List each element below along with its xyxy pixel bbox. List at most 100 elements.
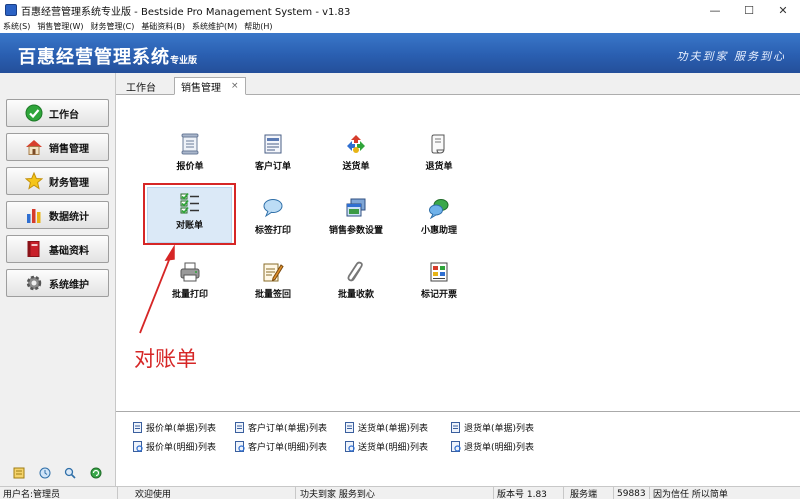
tab-label: 销售管理: [181, 82, 221, 94]
tile-label: 批量打印: [171, 290, 208, 300]
list-doc-icon: [132, 422, 143, 433]
house-icon: [25, 138, 43, 156]
status-user: 用户名:管理员: [0, 487, 118, 499]
tile-customer-order[interactable]: 客户订单: [228, 129, 318, 185]
tile-batch-signback[interactable]: 批量签回: [228, 257, 318, 313]
link-label: 退货单(单据)列表: [464, 424, 535, 434]
link-return-docs[interactable]: 退货单(单据)列表: [450, 421, 534, 434]
tile-return-note[interactable]: 退货单: [394, 129, 484, 185]
sidebar-item-workbench[interactable]: 工作台: [6, 99, 109, 127]
link-order-docs[interactable]: 客户订单(单据)列表: [234, 421, 327, 434]
menu-help[interactable]: 帮助(H): [244, 21, 272, 32]
link-label: 退货单(明细)列表: [464, 443, 535, 453]
star-icon: [25, 172, 43, 190]
link-label: 报价单(单据)列表: [146, 424, 217, 434]
link-quotation-details[interactable]: 报价单(明细)列表: [132, 440, 216, 453]
link-delivery-docs[interactable]: 送货单(单据)列表: [344, 421, 428, 434]
list-detail-icon: [450, 441, 461, 452]
paperclip-icon: [345, 261, 367, 283]
tile-batch-print[interactable]: 批量打印: [145, 257, 235, 313]
link-label: 报价单(明细)列表: [146, 443, 217, 453]
tile-sales-settings[interactable]: 销售参数设置: [311, 193, 401, 249]
sidebar-item-label: 基础资料: [49, 245, 89, 257]
menu-finance[interactable]: 财务管理(C): [90, 21, 134, 32]
link-label: 送货单(明细)列表: [358, 443, 429, 453]
tile-label: 标记开票: [420, 290, 457, 300]
menu-system[interactable]: 系统(S): [3, 21, 30, 32]
brand-slogan: 功夫到家 服务到心: [676, 50, 786, 63]
sidebar-item-basic-data[interactable]: 基础资料: [6, 235, 109, 263]
pen-paper-icon: [262, 261, 284, 283]
tile-label: 报价单: [176, 162, 204, 172]
refresh-icon[interactable]: [90, 467, 102, 479]
tab-workbench[interactable]: 工作台: [120, 77, 162, 95]
tile-quotation[interactable]: 报价单: [145, 129, 235, 185]
close-button[interactable]: ✕: [766, 0, 800, 20]
tab-sales-management[interactable]: 销售管理 ×: [174, 77, 246, 95]
maximize-button[interactable]: ☐: [732, 0, 766, 20]
printer-icon: [179, 261, 201, 283]
sidebar: 工作台 销售管理 财务管理 数据统计 基础资料 系统维护: [0, 73, 116, 459]
menu-basic-data[interactable]: 基础资料(B): [141, 21, 185, 32]
annotation-label: 对账单: [134, 347, 197, 371]
invoice-grid-icon: [428, 261, 450, 283]
search-icon[interactable]: [64, 467, 76, 479]
chat-bubbles-icon: [428, 197, 450, 219]
list-doc-icon: [234, 422, 245, 433]
window-controls: — ☐ ✕: [698, 0, 800, 20]
status-version: 版本号 1.83: [494, 487, 564, 499]
speech-bubble-icon: [262, 197, 284, 219]
tile-label: 标签打印: [254, 226, 291, 236]
sidebar-item-statistics[interactable]: 数据统计: [6, 201, 109, 229]
link-label: 客户订单(明细)列表: [248, 443, 328, 453]
recycle-arrows-icon: [345, 133, 367, 155]
menu-maintenance[interactable]: 系统维护(M): [192, 21, 237, 32]
notepad-icon[interactable]: [13, 467, 25, 479]
sidebar-item-label: 销售管理: [49, 143, 89, 155]
tile-label: 送货单: [342, 162, 370, 172]
tile-mark-invoice[interactable]: 标记开票: [394, 257, 484, 313]
status-welcome: 欢迎使用: [132, 487, 296, 499]
tile-label-print[interactable]: 标签打印: [228, 193, 318, 249]
tile-batch-collection[interactable]: 批量收款: [311, 257, 401, 313]
tile-delivery-note[interactable]: 送货单: [311, 129, 401, 185]
book-icon: [25, 240, 43, 258]
window-stack-icon: [345, 197, 367, 219]
tile-assistant[interactable]: 小惠助理: [394, 193, 484, 249]
sidebar-item-sales[interactable]: 销售管理: [6, 133, 109, 161]
check-circle-icon: [25, 104, 43, 122]
list-detail-icon: [344, 441, 355, 452]
list-doc-icon: [344, 422, 355, 433]
app-icon: [5, 4, 17, 16]
sidebar-quick-icons: [0, 459, 116, 486]
clock-icon[interactable]: [39, 467, 51, 479]
status-port: 59883: [614, 487, 650, 499]
minimize-button[interactable]: —: [698, 0, 732, 20]
link-delivery-details[interactable]: 送货单(明细)列表: [344, 440, 428, 453]
tile-label: 客户订单: [254, 162, 291, 172]
curled-paper-icon: [428, 133, 450, 155]
tile-label: 销售参数设置: [328, 226, 383, 236]
status-server-label: 服务端: [564, 487, 614, 499]
sidebar-item-label: 数据统计: [49, 211, 89, 223]
sidebar-item-maintenance[interactable]: 系统维护: [6, 269, 109, 297]
link-return-details[interactable]: 退货单(明细)列表: [450, 440, 534, 453]
status-motto: 功夫到家 服务到心: [296, 487, 494, 499]
window-title: 百惠经营管理系统专业版 - Bestside Pro Management Sy…: [21, 6, 351, 18]
brand-title: 百惠经营管理系统: [18, 47, 170, 68]
header-banner: 百惠经营管理系统专业版 功夫到家 服务到心: [0, 33, 800, 73]
bar-chart-icon: [25, 206, 43, 224]
list-panel: 报价单(单据)列表 客户订单(单据)列表 送货单(单据)列表 退货单(单据)列表…: [116, 411, 800, 459]
menu-sales[interactable]: 销售管理(W): [37, 21, 83, 32]
highlight-box: [143, 183, 236, 245]
link-label: 客户订单(单据)列表: [248, 424, 328, 434]
link-quotation-docs[interactable]: 报价单(单据)列表: [132, 421, 216, 434]
tab-bar: 工作台 销售管理 ×: [116, 73, 800, 95]
status-trust: 因为信任 所以简单: [653, 490, 728, 499]
link-order-details[interactable]: 客户订单(明细)列表: [234, 440, 327, 453]
scroll-icon: [179, 133, 201, 155]
tab-close-icon[interactable]: ×: [231, 81, 239, 91]
sidebar-item-finance[interactable]: 财务管理: [6, 167, 109, 195]
list-detail-icon: [234, 441, 245, 452]
menu-bar: 系统(S) 销售管理(W) 财务管理(C) 基础资料(B) 系统维护(M) 帮助…: [0, 20, 800, 33]
